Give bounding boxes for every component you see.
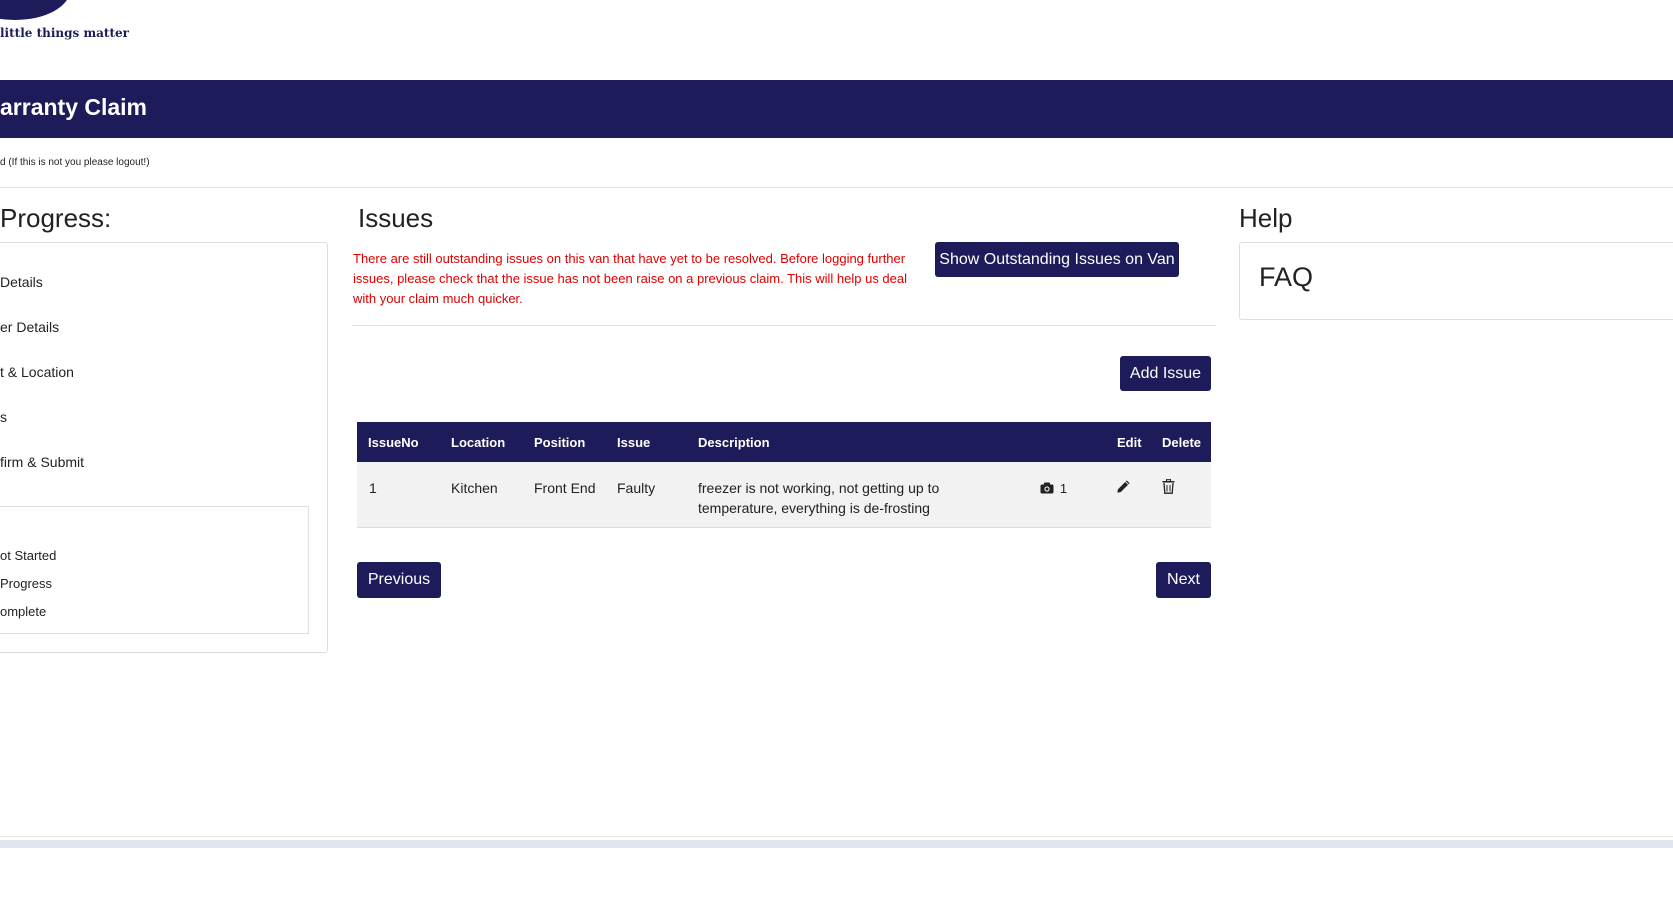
header-issue-no: IssueNo [368, 435, 419, 450]
table-header: IssueNo Location Position Issue Descript… [357, 422, 1211, 462]
issues-title: Issues [358, 203, 434, 233]
header-position: Position [534, 435, 586, 450]
add-issue-button[interactable]: Add Issue [1120, 356, 1211, 391]
legend-not-started: ot Started [0, 548, 57, 563]
progress-legend [0, 506, 309, 634]
user-logout-note: d (If this is not you please logout!) [0, 157, 150, 168]
company-logo [0, 0, 70, 20]
header-location: Location [451, 435, 506, 450]
taskbar-strip [0, 840, 1673, 848]
photo-count: 1 [1059, 481, 1068, 496]
delete-issue-button[interactable] [1162, 478, 1175, 497]
cell-description: freezer is not working, not getting up t… [698, 480, 940, 516]
header-divider [0, 187, 1673, 188]
legend-complete: omplete [0, 604, 47, 619]
cell-location: Kitchen [451, 480, 498, 496]
progress-step-owner-details[interactable]: er Details [0, 319, 59, 335]
page-title: arranty Claim [0, 94, 148, 120]
previous-button[interactable]: Previous [357, 562, 441, 598]
progress-step-details[interactable]: Details [0, 274, 43, 290]
issues-table: IssueNo Location Position Issue Descript… [357, 422, 1211, 528]
edit-issue-button[interactable] [1116, 479, 1131, 497]
outstanding-issues-warning: There are still outstanding issues on th… [353, 251, 908, 306]
issues-divider [352, 325, 1216, 326]
legend-in-progress: Progress [0, 576, 53, 591]
next-button[interactable]: Next [1156, 562, 1211, 598]
cell-position: Front End [534, 480, 596, 496]
progress-step-issues[interactable]: s [0, 409, 7, 425]
table-row: 1 Kitchen Front End Faulty freezer is no… [357, 462, 1211, 528]
faq-link[interactable]: FAQ [1259, 262, 1313, 293]
header-issue: Issue [617, 435, 651, 450]
camera-icon [1040, 482, 1054, 494]
progress-step-confirm-submit[interactable]: firm & Submit [0, 454, 84, 470]
show-outstanding-issues-button[interactable]: Show Outstanding Issues on Van [935, 242, 1179, 277]
trash-icon [1162, 478, 1175, 494]
help-title: Help [1239, 203, 1293, 233]
photos-link[interactable]: 1 [1040, 478, 1067, 499]
pencil-icon [1117, 480, 1130, 493]
brand-tagline: little things matter [0, 26, 129, 40]
header-bar [0, 80, 1673, 138]
header-delete: Delete [1162, 435, 1202, 450]
progress-step-location[interactable]: t & Location [0, 364, 74, 380]
cell-issue-no: 1 [369, 480, 377, 496]
header-description: Description [698, 435, 770, 450]
progress-title: Progress: [0, 203, 112, 233]
cell-issue: Faulty [617, 480, 656, 496]
header-edit: Edit [1117, 435, 1142, 450]
